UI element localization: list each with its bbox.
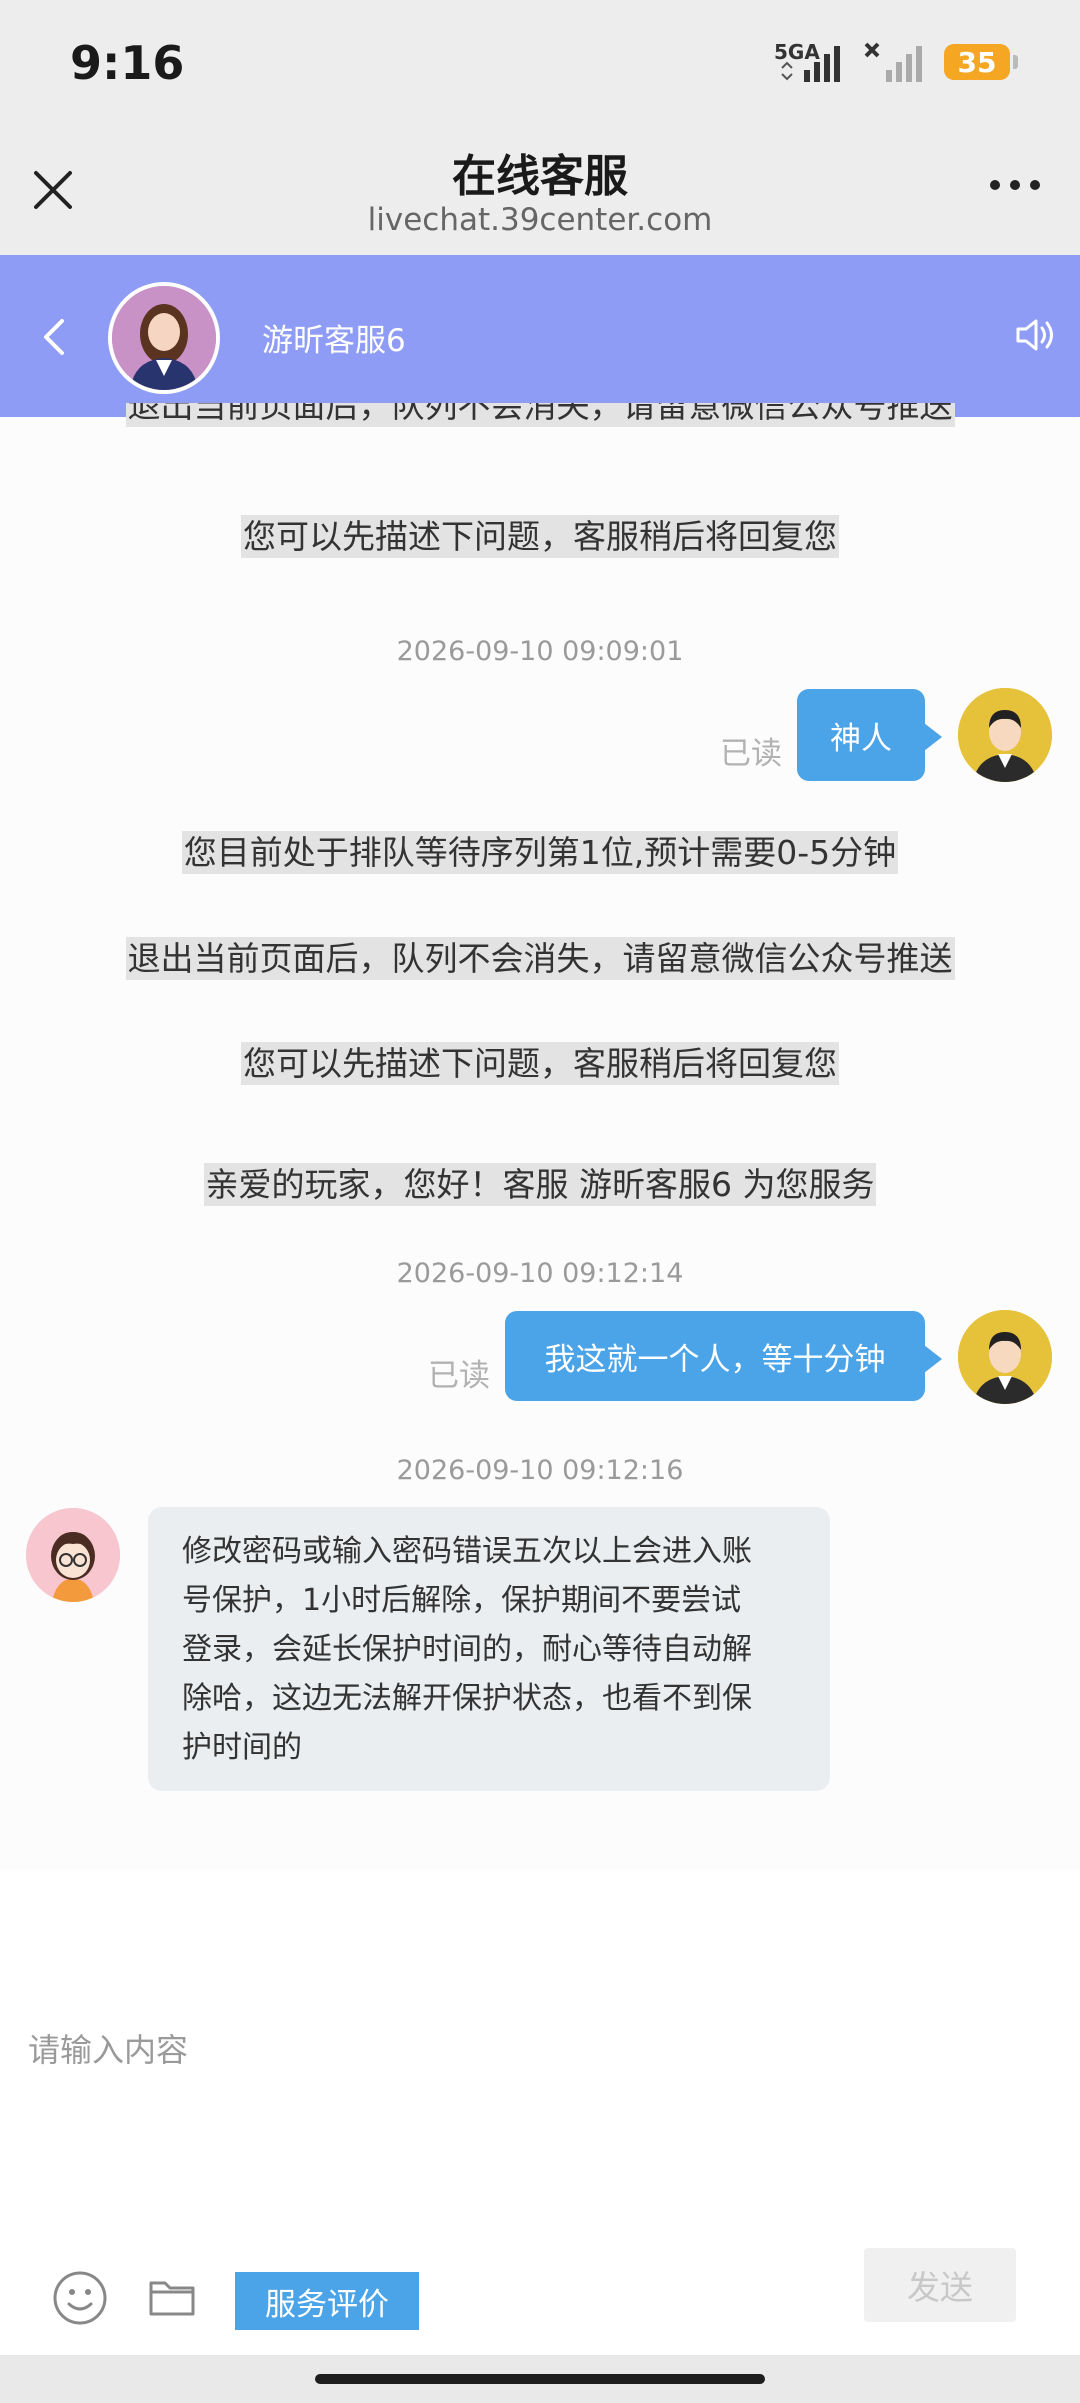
system-message: 退出当前页面后，队列不会消失，请留意微信公众号推送 xyxy=(0,403,1080,447)
system-message: 您目前处于排队等待序列第1位,预计需要0-5分钟 xyxy=(181,831,899,874)
home-indicator[interactable] xyxy=(315,2374,765,2384)
message-line: 护时间的 xyxy=(182,1730,302,1765)
browser-header: 在线客服 livechat.39center.com xyxy=(0,130,1080,255)
incoming-message-bubble: 修改密码或输入密码错误五次以上会进入账 号保护，1小时后解除，保护期间不要尝试 … xyxy=(148,1507,830,1791)
system-message: 退出当前页面后，队列不会消失，请留意微信公众号推送 xyxy=(125,937,955,980)
folder-icon[interactable] xyxy=(148,2275,196,2317)
emoji-icon[interactable] xyxy=(52,2270,108,2326)
message-line: 除哈，这边无法解开保护状态，也看不到保 xyxy=(182,1681,752,1716)
more-icon[interactable] xyxy=(990,180,1040,190)
speaker-icon[interactable] xyxy=(1012,313,1056,357)
message-input[interactable]: 请输入内容 xyxy=(28,2025,188,2071)
back-icon[interactable] xyxy=(36,315,76,359)
outgoing-message-bubble: 神人 xyxy=(797,689,942,781)
agent-avatar xyxy=(108,282,220,394)
system-message: 您可以先描述下问题，客服稍后将回复您 xyxy=(241,515,839,558)
send-button[interactable]: 发送 xyxy=(864,2248,1016,2322)
page-url: livechat.39center.com xyxy=(367,202,713,238)
network-type: 5GA xyxy=(774,40,820,64)
message-line: 登录，会延长保护时间的，耐心等待自动解 xyxy=(182,1632,752,1667)
status-time: 9:16 xyxy=(70,36,185,90)
system-message: 您可以先描述下问题，客服稍后将回复您 xyxy=(241,1042,839,1085)
system-message: 亲爱的玩家，您好！客服 游昕客服6 为您服务 xyxy=(203,1163,877,1206)
battery-indicator: 35 xyxy=(944,44,1018,80)
message-line: 修改密码或输入密码错误五次以上会进入账 xyxy=(182,1534,752,1569)
message-line: 号保护，1小时后解除，保护期间不要尝试 xyxy=(182,1583,742,1618)
timestamp: 2026-09-10 09:12:16 xyxy=(396,1455,684,1486)
page-title: 在线客服 xyxy=(452,151,628,202)
agent-name: 游昕客服6 xyxy=(262,323,406,359)
chat-header: 游昕客服6 xyxy=(0,255,1080,417)
timestamp: 2026-09-10 09:09:01 xyxy=(396,636,684,667)
system-nav-bar xyxy=(0,2355,1080,2403)
rate-service-button[interactable]: 服务评价 xyxy=(235,2272,419,2330)
read-status: 已读 xyxy=(428,1358,490,1394)
read-status: 已读 xyxy=(720,736,782,772)
timestamp: 2026-09-10 09:12:14 xyxy=(396,1258,684,1289)
status-bar: 9:16 5GA 35 xyxy=(0,0,1080,130)
cs-avatar xyxy=(26,1508,120,1602)
cellular-signal-2-icon xyxy=(864,42,922,82)
user-avatar xyxy=(958,1310,1052,1404)
user-avatar xyxy=(958,688,1052,782)
composer: 请输入内容 服务评价 发送 xyxy=(0,1870,1080,2355)
outgoing-message-bubble: 我这就一个人，等十分钟 xyxy=(505,1311,942,1401)
cellular-signal-icon: 5GA xyxy=(774,40,846,84)
